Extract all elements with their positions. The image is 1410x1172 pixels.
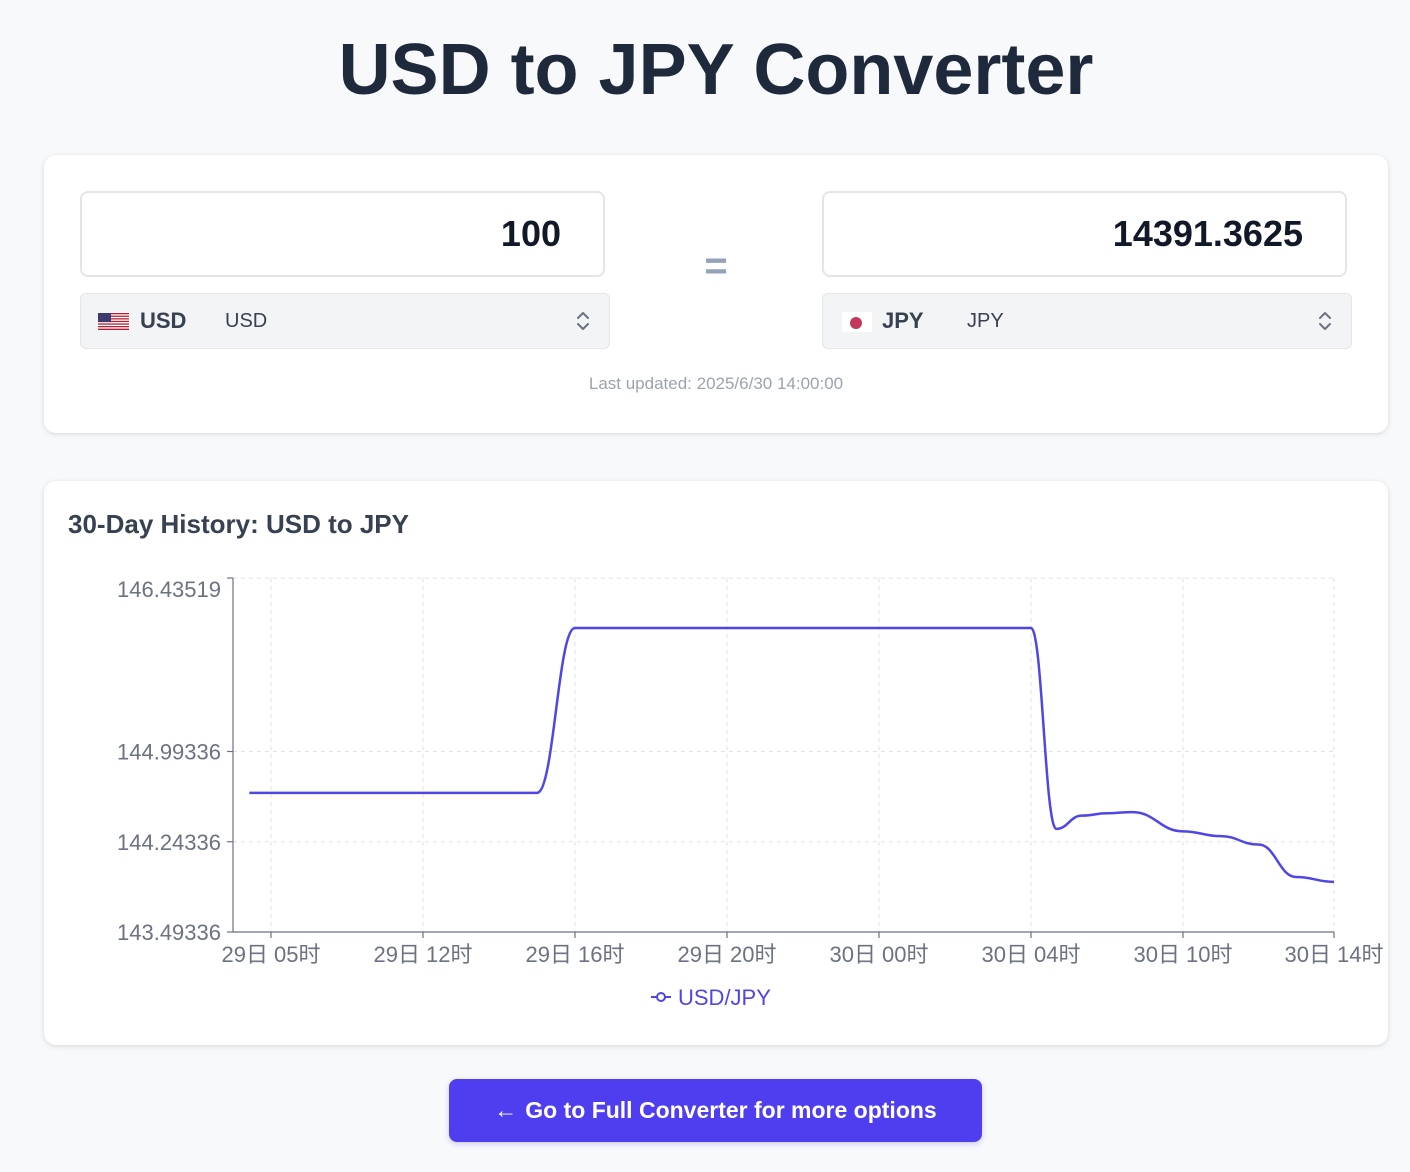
y-tick-label: 144.99336 xyxy=(117,740,221,765)
y-tick-label: 143.49336 xyxy=(117,920,221,945)
us-flag-icon xyxy=(98,313,129,330)
last-updated-text: Last updated: 2025/6/30 14:00:00 xyxy=(588,374,844,393)
from-currency-name: USD xyxy=(225,310,268,332)
series-line-usd-jpy xyxy=(249,626,1335,884)
x-tick-label: 30日 04时 xyxy=(981,942,1080,967)
legend-marker-icon xyxy=(656,992,666,1002)
legend-label: USD/JPY xyxy=(678,985,771,1010)
chevron-updown-icon xyxy=(1319,312,1331,330)
to-amount-output: 14391.3625 xyxy=(1112,213,1303,254)
to-amount-box: 14391.3625 xyxy=(822,191,1347,277)
history-line-chart: 146.43519144.99336144.24336143.4933629日 … xyxy=(117,577,1384,1010)
y-tick-label: 146.43519 xyxy=(117,577,221,602)
x-tick-label: 29日 20时 xyxy=(677,942,776,967)
jp-flag-icon xyxy=(842,312,872,332)
to-currency-code: JPY xyxy=(882,308,924,333)
chevron-updown-icon xyxy=(577,312,589,330)
converter-card: USD USD = 14391.3625 JPY JPY Last update… xyxy=(44,155,1388,433)
page-title: USD to JPY Converter xyxy=(338,30,1094,110)
from-amount-input[interactable] xyxy=(82,193,603,275)
arrow-left-icon: ← xyxy=(494,1097,518,1123)
x-tick-label: 30日 00时 xyxy=(829,942,928,967)
from-amount-box xyxy=(80,191,605,277)
equals-sign: = xyxy=(704,244,728,288)
x-tick-label: 30日 10时 xyxy=(1133,942,1232,967)
history-chart-card: 30-Day History: USD to JPY 146.43519 144.… xyxy=(44,481,1388,1045)
x-tick-label: 29日 16时 xyxy=(525,942,624,967)
x-tick-label: 29日 05时 xyxy=(221,942,320,967)
x-tick-label: 29日 12时 xyxy=(373,942,472,967)
x-tick-label: 30日 14时 xyxy=(1284,942,1383,967)
to-currency-name: JPY xyxy=(967,310,1004,332)
from-currency-code: USD xyxy=(140,308,187,333)
full-converter-button-label: Go to Full Converter for more options xyxy=(525,1097,937,1123)
full-converter-button[interactable]: ← Go to Full Converter for more options xyxy=(449,1079,982,1142)
y-tick-label: 144.24336 xyxy=(117,830,221,855)
to-currency-select[interactable]: JPY JPY xyxy=(822,293,1352,349)
from-currency-select[interactable]: USD USD xyxy=(80,293,610,349)
